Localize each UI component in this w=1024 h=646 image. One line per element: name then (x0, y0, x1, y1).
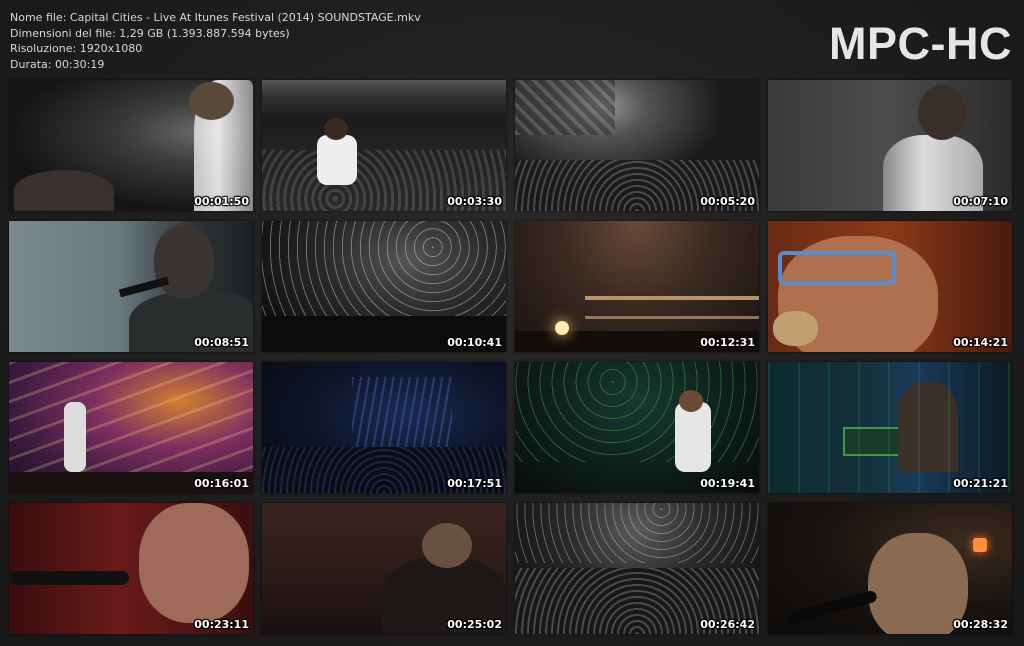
thumbnail-frame-4: 00:07:10 (768, 80, 1012, 211)
mpc-hc-logo: MPC-HC (829, 18, 1012, 69)
frame-figure (787, 589, 879, 625)
frame-figure (555, 321, 569, 335)
frame-figure (585, 296, 759, 300)
thumbnail-frame-9: 00:16:01 (9, 362, 253, 493)
frame-figure (515, 503, 759, 563)
file-size: Dimensioni del file: 1,29 GB (1.393.887.… (10, 26, 290, 40)
frame-figure (585, 316, 759, 319)
thumbnail-frame-7: 00:12:31 (515, 221, 759, 352)
timestamp: 00:19:41 (700, 477, 755, 490)
thumbnail-frame-13: 00:23:11 (9, 503, 253, 634)
frame-figure (515, 362, 759, 462)
timestamp: 00:21:21 (953, 477, 1008, 490)
thumbnail-grid: 00:01:50 00:03:30 00:05:20 00:07:10 00:0… (9, 80, 1012, 634)
frame-figure (918, 85, 966, 140)
frame-figure (64, 402, 86, 472)
thumbnail-frame-11: 00:19:41 (515, 362, 759, 493)
frame-figure (679, 390, 703, 412)
timestamp: 00:26:42 (700, 618, 755, 631)
timestamp: 00:01:50 (194, 195, 249, 208)
thumbnail-frame-14: 00:25:02 (262, 503, 506, 634)
thumbnail-frame-10: 00:17:51 (262, 362, 506, 493)
frame-figure (973, 538, 987, 552)
thumbnail-frame-8: 00:14:21 (768, 221, 1012, 352)
file-info: Nome file: Capital Cities - Live At Itun… (10, 10, 421, 72)
timestamp: 00:16:01 (194, 477, 249, 490)
frame-figure (352, 377, 452, 447)
thumbnail-frame-15: 00:26:42 (515, 503, 759, 634)
frame-figure (768, 362, 1012, 493)
timestamp: 00:10:41 (447, 336, 502, 349)
frame-figure (9, 571, 129, 585)
frame-figure (773, 311, 818, 346)
file-name: Nome file: Capital Cities - Live At Itun… (10, 11, 421, 24)
frame-figure (317, 135, 357, 185)
frame-figure (14, 170, 114, 211)
timestamp: 00:23:11 (194, 618, 249, 631)
timestamp: 00:05:20 (700, 195, 755, 208)
frame-figure (189, 82, 234, 120)
thumbnail-frame-1: 00:01:50 (9, 80, 253, 211)
timestamp: 00:03:30 (447, 195, 502, 208)
thumbnail-frame-5: 00:08:51 (9, 221, 253, 352)
timestamp: 00:17:51 (447, 477, 502, 490)
timestamp: 00:12:31 (700, 336, 755, 349)
timestamp: 00:08:51 (194, 336, 249, 349)
frame-figure (324, 118, 348, 140)
thumbnail-frame-16: 00:28:32 (768, 503, 1012, 634)
timestamp: 00:28:32 (953, 618, 1008, 631)
file-resolution: Risoluzione: 1920x1080 (10, 42, 143, 55)
frame-figure (675, 402, 711, 472)
thumbnail-frame-2: 00:03:30 (262, 80, 506, 211)
thumbnail-frame-6: 00:10:41 (262, 221, 506, 352)
frame-figure (515, 80, 615, 135)
frame-figure (778, 251, 896, 285)
frame-figure (154, 226, 214, 298)
thumbnail-frame-3: 00:05:20 (515, 80, 759, 211)
frame-figure (139, 503, 249, 623)
thumbnail-frame-12: 00:21:21 (768, 362, 1012, 493)
file-duration: Durata: 00:30:19 (10, 57, 105, 71)
timestamp: 00:07:10 (953, 195, 1008, 208)
timestamp: 00:14:21 (953, 336, 1008, 349)
timestamp: 00:25:02 (447, 618, 502, 631)
frame-figure (422, 523, 472, 568)
